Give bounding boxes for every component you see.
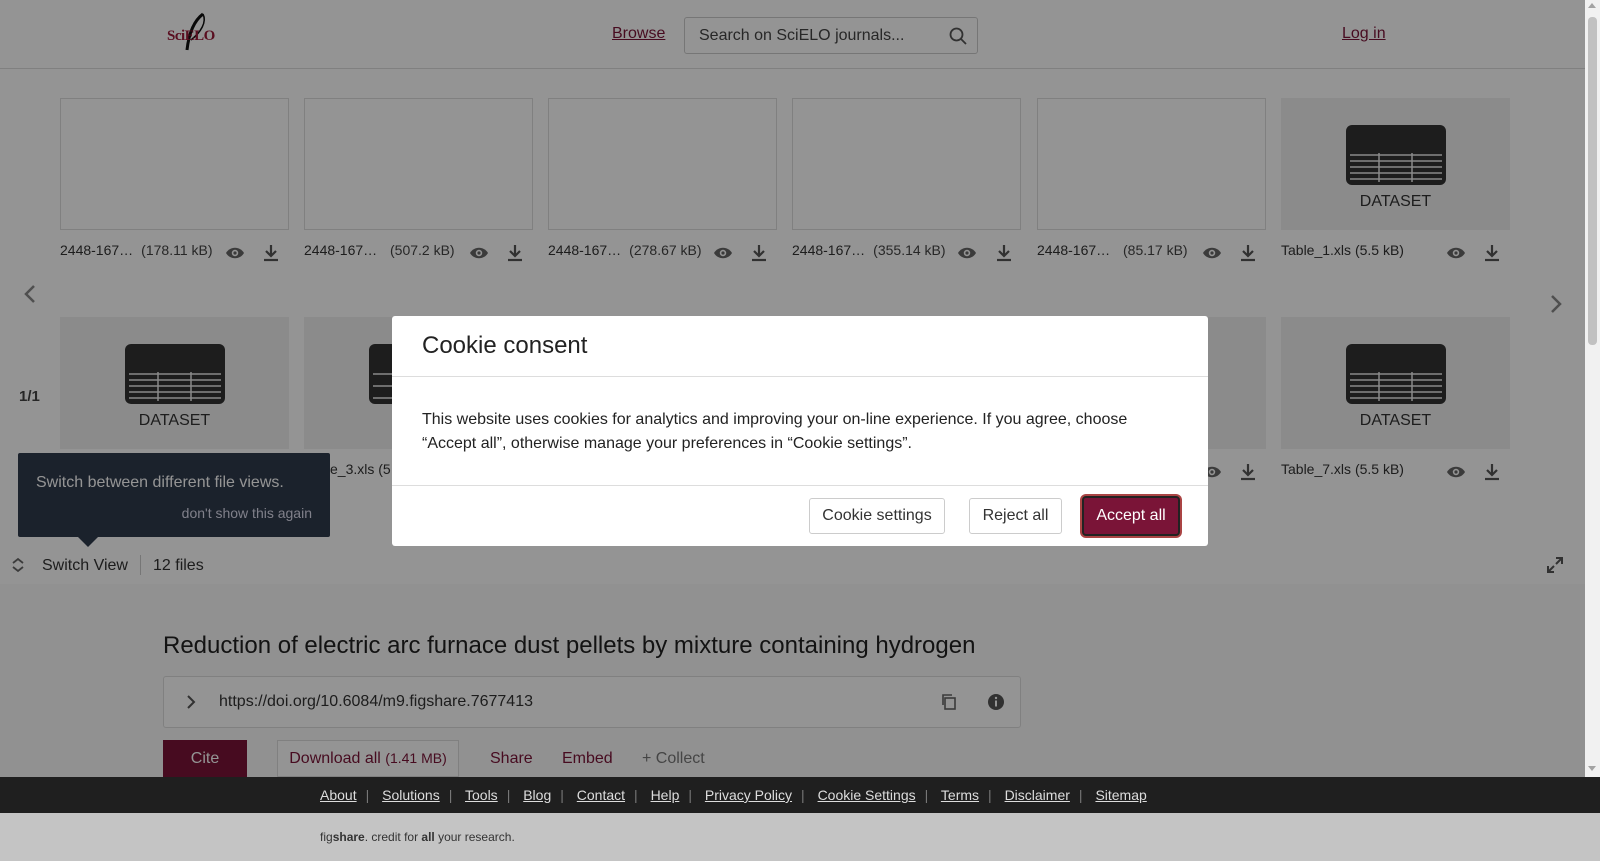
modal-title: Cookie consent <box>422 332 588 359</box>
modal-body-text: This website uses cookies for analytics … <box>422 411 1128 452</box>
footer-link-blog[interactable]: Blog <box>523 787 551 803</box>
footer-link-sitemap[interactable]: Sitemap <box>1095 787 1146 803</box>
footer-link-about[interactable]: About <box>320 787 357 803</box>
separator: | <box>801 787 805 803</box>
footer-nav: About | Solutions | Tools | Blog | Contact | … <box>0 777 1600 813</box>
scroll-up-arrow[interactable] <box>1588 3 1596 8</box>
footer-tagline: figshare. credit for all your research. <box>320 830 515 844</box>
footer-links: About | Solutions | Tools | Blog | Contact | … <box>320 787 1147 803</box>
footer-link-terms[interactable]: Terms <box>941 787 979 803</box>
page-scrollbar[interactable] <box>1585 0 1600 777</box>
cookie-consent-modal: Cookie consent This website uses cookies… <box>392 316 1208 546</box>
separator: | <box>688 787 692 803</box>
separator: | <box>560 787 564 803</box>
separator: | <box>506 787 511 803</box>
footer-link-help[interactable]: Help <box>651 787 680 803</box>
footer-link-cookie-settings[interactable]: Cookie Settings <box>818 787 916 803</box>
separator: | <box>634 787 638 803</box>
divider <box>392 376 1208 377</box>
tagline-credit: . credit for <box>364 830 422 844</box>
footer-link-contact[interactable]: Contact <box>577 787 625 803</box>
footer-link-disclaimer[interactable]: Disclaimer <box>1005 787 1070 803</box>
scroll-down-arrow[interactable] <box>1588 766 1596 771</box>
footer-link-solutions[interactable]: Solutions <box>382 787 440 803</box>
footer-link-privacy[interactable]: Privacy Policy <box>705 787 792 803</box>
separator: | <box>988 787 992 803</box>
footer-link-tools[interactable]: Tools <box>465 787 498 803</box>
tagline-fig: fig <box>320 830 333 844</box>
tagline-share: share <box>332 830 365 844</box>
separator: | <box>365 787 370 803</box>
separator: | <box>448 787 453 803</box>
separator: | <box>924 787 929 803</box>
separator: | <box>1078 787 1083 803</box>
accept-all-button[interactable]: Accept all <box>1082 496 1180 536</box>
tagline-all: all <box>421 830 435 844</box>
footer-tagline-bar: figshare. credit for all your research. <box>0 813 1600 861</box>
divider <box>392 485 1208 486</box>
scroll-thumb[interactable] <box>1588 17 1597 345</box>
cookie-settings-button[interactable]: Cookie settings <box>809 498 945 534</box>
reject-all-button[interactable]: Reject all <box>969 498 1062 534</box>
tagline-research: your research. <box>434 830 515 844</box>
